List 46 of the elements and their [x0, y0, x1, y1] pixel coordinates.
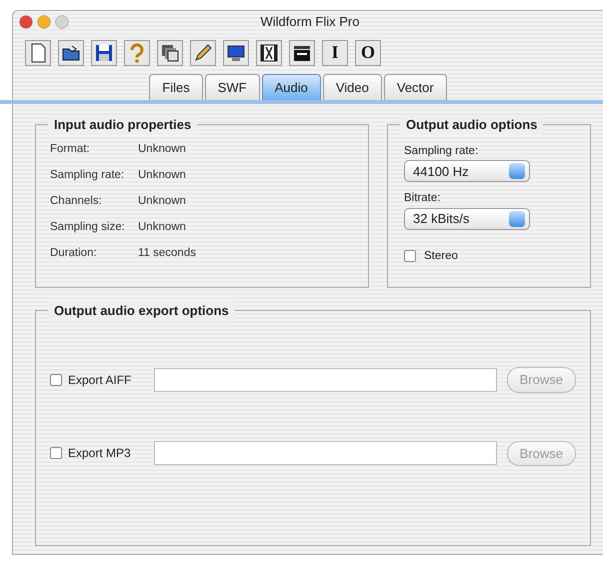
tab[interactable]: Vector: [384, 74, 447, 100]
tab[interactable]: Audio: [262, 74, 321, 100]
property-label: Channels:: [50, 194, 103, 210]
checkbox-label: Stereo: [424, 248, 458, 264]
checkbox-label: Export MP3: [68, 445, 132, 462]
tab[interactable]: Video: [322, 74, 382, 100]
property-label: Duration:: [50, 246, 98, 262]
toolbar-button[interactable]: [157, 40, 183, 66]
checkbox-label: Export AIFF: [68, 372, 132, 389]
toolbar-button[interactable]: [223, 40, 249, 66]
property-value: Unknown: [138, 220, 186, 236]
group-title: Output audio export options: [48, 301, 235, 320]
toolbar-button[interactable]: [190, 40, 216, 66]
checkbox[interactable]: [50, 447, 62, 460]
path-field[interactable]: [154, 441, 497, 466]
close-icon[interactable]: [19, 14, 33, 29]
toolbar-button[interactable]: [58, 40, 84, 66]
property-value: Unknown: [138, 194, 186, 210]
toolbar-button[interactable]: [289, 40, 315, 66]
property-label: Format:: [50, 142, 91, 158]
toolbar-button[interactable]: [256, 40, 282, 66]
property-value: 11 seconds: [138, 246, 196, 262]
tab[interactable]: Files: [149, 74, 203, 100]
dropdown[interactable]: 44100 Hz: [404, 160, 530, 182]
toolbar-button[interactable]: [91, 40, 117, 66]
toolbar-button[interactable]: I: [322, 40, 348, 66]
property-value: Unknown: [138, 142, 186, 158]
tab[interactable]: SWF: [204, 74, 260, 100]
window-title: Wildform Flix Pro: [260, 13, 360, 31]
pencil-icon: [192, 42, 214, 64]
checkbox[interactable]: [404, 250, 416, 262]
dropdown[interactable]: 32 kBits/s: [404, 208, 530, 230]
film-scissors-icon: [258, 42, 280, 64]
field-label: Bitrate:: [404, 191, 442, 206]
group-title: Input audio properties: [48, 115, 198, 134]
property-label: Sampling rate:: [50, 168, 126, 184]
group-title: Output audio options: [400, 115, 544, 134]
property-label: Sampling size:: [50, 220, 126, 236]
path-field[interactable]: [154, 368, 497, 392]
property-value: Unknown: [138, 168, 186, 184]
field-label: Sampling rate:: [404, 144, 480, 159]
minimize-icon[interactable]: [37, 14, 51, 29]
zoom-icon[interactable]: [55, 14, 69, 29]
toolbar-button[interactable]: O: [355, 40, 381, 66]
toolbar-button[interactable]: [25, 40, 51, 66]
checkbox[interactable]: [50, 374, 62, 386]
